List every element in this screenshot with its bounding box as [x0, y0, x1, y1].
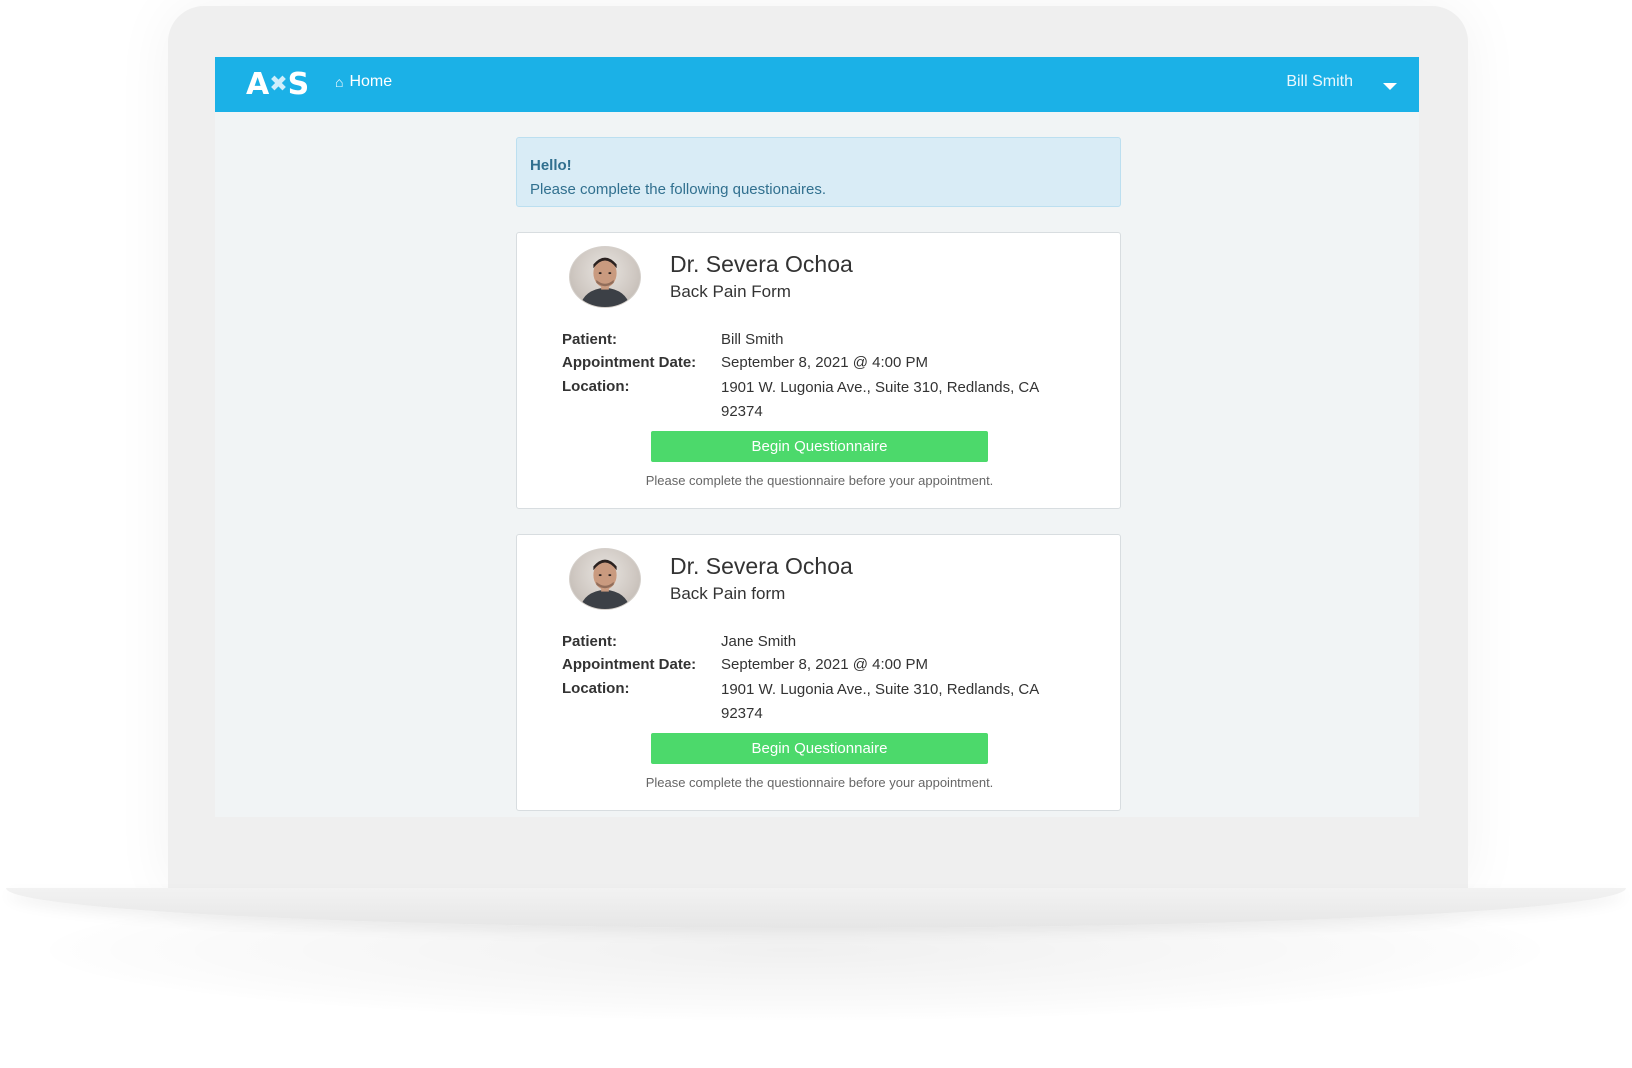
appointment-date-label: Appointment Date: [562, 656, 697, 673]
questionnaire-card: Dr. Severa Ochoa Back Pain Form Patient:… [516, 232, 1121, 509]
nav-home-label: Home [349, 73, 393, 90]
patient-value: Jane Smith [721, 633, 797, 650]
info-alert: Hello! Please complete the following que… [516, 137, 1121, 207]
begin-questionnaire-button[interactable]: Begin Questionnaire [651, 431, 988, 462]
brand-letter-a: A [246, 66, 269, 102]
help-text: Please complete the questionnaire before… [645, 775, 994, 790]
doctor-avatar [569, 548, 641, 610]
location-value: 1901 W. Lugonia Ave., Suite 310, Redland… [721, 379, 1039, 420]
patient-value: Bill Smith [721, 331, 784, 348]
location-value: 1901 W. Lugonia Ave., Suite 310, Redland… [721, 681, 1039, 722]
alert-message: Please complete the following questionai… [530, 181, 827, 198]
user-menu-name[interactable]: Bill Smith [1286, 73, 1353, 91]
doctor-name: Dr. Severa Ochoa [670, 553, 853, 579]
brand-cross-icon: ✖ [269, 71, 287, 97]
appointment-date-value: September 8, 2021 @ 4:00 PM [721, 656, 929, 673]
doctor-name: Dr. Severa Ochoa [670, 251, 853, 277]
nav-home-link[interactable]: ⌂ Home [335, 73, 392, 91]
appointment-date-label: Appointment Date: [562, 354, 697, 371]
patient-label: Patient: [562, 633, 618, 650]
brand-letter-s: S [287, 66, 310, 102]
appointment-date-value: September 8, 2021 @ 4:00 PM [721, 354, 929, 371]
brand-logo[interactable]: A ✖ S [246, 66, 310, 102]
top-navbar: A ✖ S ⌂ Home Bill Smith [215, 57, 1419, 112]
home-icon: ⌂ [335, 74, 344, 90]
app-screen: A ✖ S ⌂ Home Bill Smith Hello! Please co… [215, 57, 1419, 817]
patient-label: Patient: [562, 331, 618, 348]
alert-title: Hello! [530, 157, 572, 174]
doctor-avatar [569, 246, 641, 308]
help-text: Please complete the questionnaire before… [645, 473, 994, 488]
form-name: Back Pain form [670, 584, 786, 603]
location-label: Location: [562, 680, 630, 697]
location-label: Location: [562, 378, 630, 395]
form-name: Back Pain Form [670, 282, 791, 301]
begin-questionnaire-button[interactable]: Begin Questionnaire [651, 733, 988, 764]
chevron-down-icon[interactable] [1383, 83, 1397, 90]
questionnaire-card: Dr. Severa Ochoa Back Pain form Patient:… [516, 534, 1121, 811]
